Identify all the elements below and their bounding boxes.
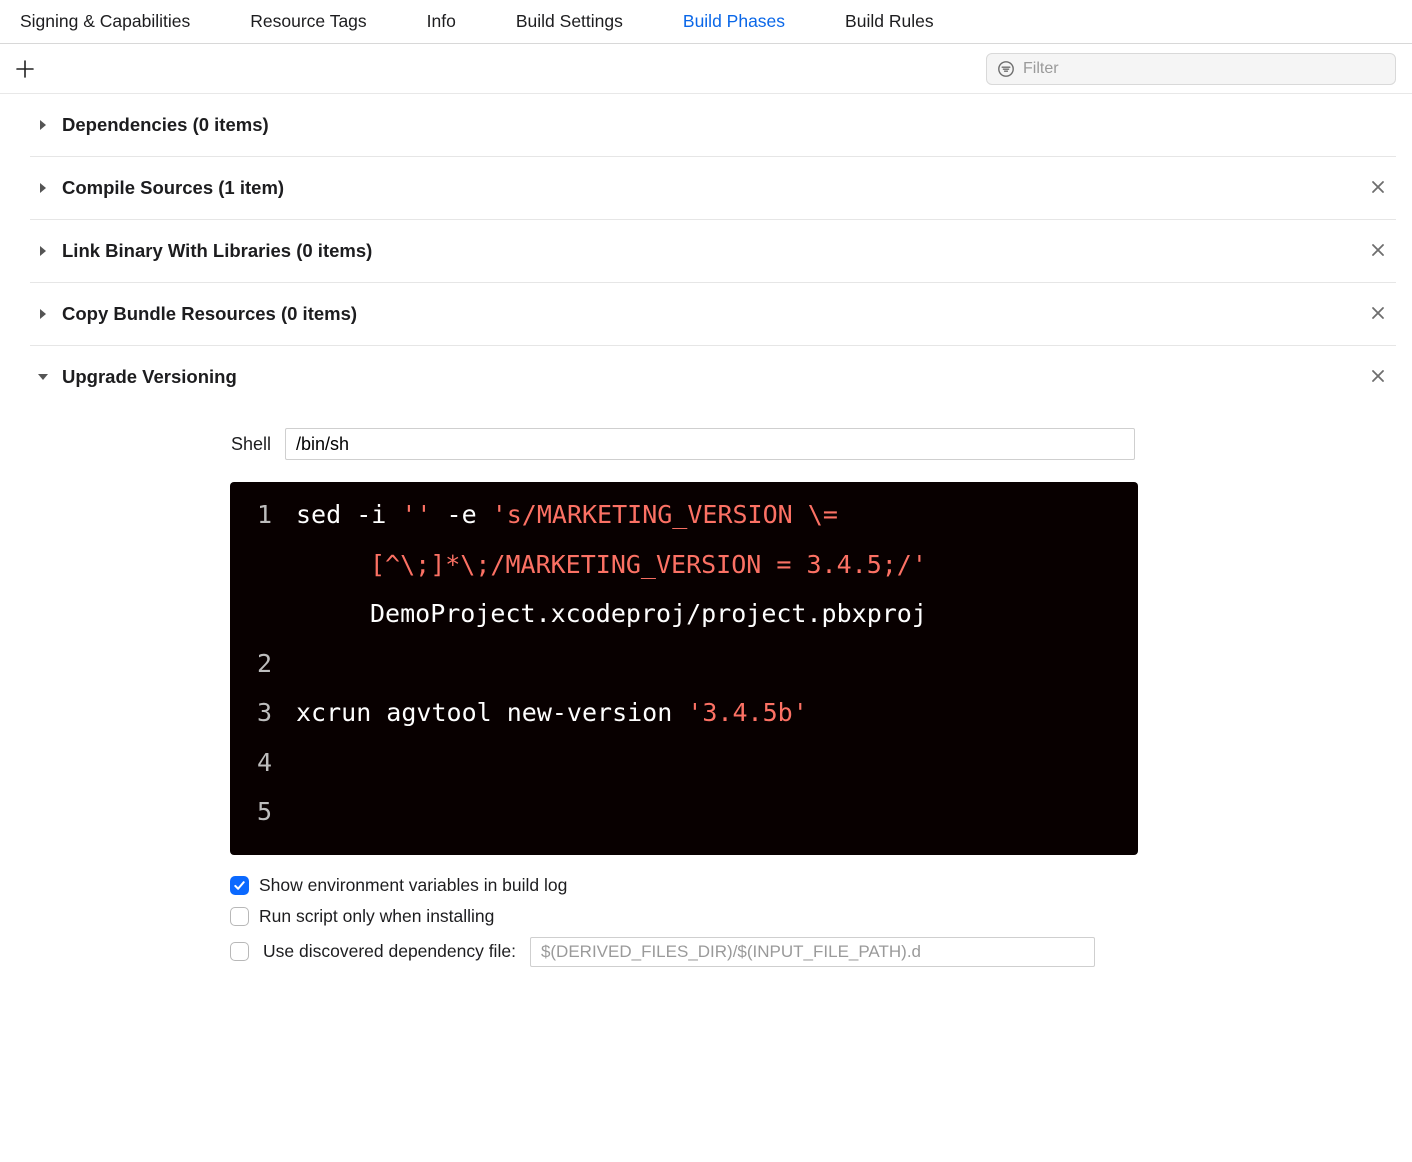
use-dependency-checkbox[interactable] bbox=[230, 942, 249, 961]
show-env-vars-label: Show environment variables in build log bbox=[259, 875, 567, 896]
shell-input[interactable] bbox=[285, 428, 1135, 460]
phase-title: Compile Sources (1 item) bbox=[62, 177, 284, 199]
run-when-installing-checkbox[interactable] bbox=[230, 907, 249, 926]
filter-field[interactable] bbox=[986, 53, 1396, 85]
dependency-file-input[interactable] bbox=[530, 937, 1095, 967]
tab-info[interactable]: Info bbox=[427, 11, 456, 32]
remove-phase-button[interactable] bbox=[1366, 367, 1390, 388]
tab-build-phases[interactable]: Build Phases bbox=[683, 11, 785, 32]
close-icon bbox=[1371, 369, 1385, 383]
use-dependency-row: Use discovered dependency file: bbox=[230, 937, 1388, 967]
checkmark-icon bbox=[233, 879, 246, 892]
code-line: [^\;]*\;/MARKETING_VERSION = 3.4.5;/' bbox=[244, 540, 1124, 590]
code-line: 3xcrun agvtool new-version '3.4.5b' bbox=[244, 688, 1124, 738]
code-text: xcrun agvtool new-version '3.4.5b' bbox=[296, 688, 808, 738]
close-icon bbox=[1371, 243, 1385, 257]
line-number: 3 bbox=[244, 688, 296, 738]
show-env-vars-checkbox[interactable] bbox=[230, 876, 249, 895]
line-number: 1 bbox=[244, 490, 296, 540]
remove-phase-button[interactable] bbox=[1366, 178, 1390, 199]
run-when-installing-row: Run script only when installing bbox=[230, 906, 1388, 927]
tab-bar: Signing & Capabilities Resource Tags Inf… bbox=[0, 0, 1412, 44]
use-dependency-label: Use discovered dependency file: bbox=[263, 941, 516, 962]
disclosure-right-icon[interactable] bbox=[36, 244, 50, 258]
disclosure-right-icon[interactable] bbox=[36, 118, 50, 132]
phase-compile-sources[interactable]: Compile Sources (1 item) bbox=[30, 157, 1396, 220]
phase-upgrade-versioning[interactable]: Upgrade Versioning bbox=[30, 346, 1396, 408]
shell-row: Shell bbox=[230, 428, 1388, 460]
phase-upgrade-versioning-body: Shell 1sed -i '' -e 's/MARKETING_VERSION… bbox=[30, 408, 1396, 975]
tab-build-rules[interactable]: Build Rules bbox=[845, 11, 934, 32]
line-number: 4 bbox=[244, 738, 296, 788]
code-text: [^\;]*\;/MARKETING_VERSION = 3.4.5;/' bbox=[296, 540, 927, 590]
phase-link-binary[interactable]: Link Binary With Libraries (0 items) bbox=[30, 220, 1396, 283]
filter-input[interactable] bbox=[1023, 60, 1385, 78]
remove-phase-button[interactable] bbox=[1366, 304, 1390, 325]
script-editor[interactable]: 1sed -i '' -e 's/MARKETING_VERSION \=[^\… bbox=[230, 482, 1138, 855]
phase-title: Dependencies (0 items) bbox=[62, 114, 269, 136]
run-when-installing-label: Run script only when installing bbox=[259, 906, 494, 927]
code-text: sed -i '' -e 's/MARKETING_VERSION \= bbox=[296, 490, 838, 540]
toolbar bbox=[0, 44, 1412, 94]
close-icon bbox=[1371, 180, 1385, 194]
phase-title: Upgrade Versioning bbox=[62, 366, 237, 388]
tab-signing-capabilities[interactable]: Signing & Capabilities bbox=[20, 11, 190, 32]
phase-copy-bundle-resources[interactable]: Copy Bundle Resources (0 items) bbox=[30, 283, 1396, 346]
code-line: 4 bbox=[244, 738, 1124, 788]
disclosure-right-icon[interactable] bbox=[36, 181, 50, 195]
plus-icon bbox=[15, 59, 35, 79]
code-line: DemoProject.xcodeproj/project.pbxproj bbox=[244, 589, 1124, 639]
phase-dependencies[interactable]: Dependencies (0 items) bbox=[30, 94, 1396, 157]
tab-resource-tags[interactable]: Resource Tags bbox=[250, 11, 366, 32]
code-text: DemoProject.xcodeproj/project.pbxproj bbox=[296, 589, 927, 639]
phase-title: Link Binary With Libraries (0 items) bbox=[62, 240, 372, 262]
code-line: 5 bbox=[244, 787, 1124, 837]
add-phase-button[interactable] bbox=[10, 54, 40, 84]
line-number: 5 bbox=[244, 787, 296, 837]
line-number: 2 bbox=[244, 639, 296, 689]
show-env-vars-row: Show environment variables in build log bbox=[230, 875, 1388, 896]
tab-build-settings[interactable]: Build Settings bbox=[516, 11, 623, 32]
code-line: 2 bbox=[244, 639, 1124, 689]
phase-title: Copy Bundle Resources (0 items) bbox=[62, 303, 357, 325]
code-line: 1sed -i '' -e 's/MARKETING_VERSION \= bbox=[244, 490, 1124, 540]
disclosure-down-icon[interactable] bbox=[36, 370, 50, 384]
remove-phase-button[interactable] bbox=[1366, 241, 1390, 262]
filter-icon bbox=[997, 60, 1015, 78]
shell-label: Shell bbox=[225, 434, 271, 455]
disclosure-right-icon[interactable] bbox=[36, 307, 50, 321]
phases-list: Dependencies (0 items) Compile Sources (… bbox=[0, 94, 1412, 995]
close-icon bbox=[1371, 306, 1385, 320]
